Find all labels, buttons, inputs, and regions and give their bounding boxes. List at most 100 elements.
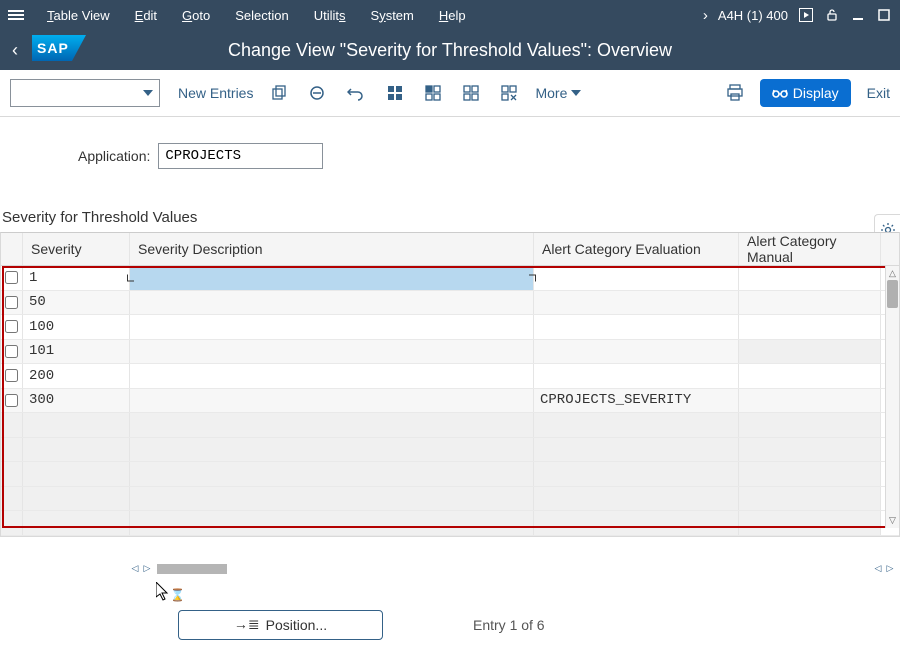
deselect-all-icon[interactable]	[463, 85, 479, 101]
menu-system[interactable]: System	[361, 8, 424, 23]
minimize-icon[interactable]	[850, 7, 866, 23]
row-checkbox[interactable]	[5, 296, 18, 309]
entry-counter: Entry 1 of 6	[473, 617, 545, 633]
page-title: Change View "Severity for Threshold Valu…	[228, 40, 672, 61]
cell-severity[interactable]: 101	[23, 340, 130, 364]
cell-alert-manual[interactable]	[739, 266, 881, 290]
toolbar-icons	[271, 85, 517, 101]
row-checkbox-cell	[1, 315, 23, 339]
toolbar-right: Display Exit	[726, 79, 890, 107]
horizontal-scroll: ◁ ▷ ◁ ▷	[0, 562, 900, 576]
cell-description[interactable]	[130, 315, 534, 339]
hscroll-thumb[interactable]	[157, 564, 227, 574]
cell-severity[interactable]: 1	[23, 266, 130, 290]
section-title: Severity for Threshold Values	[2, 209, 900, 226]
cell-alert-eval[interactable]	[534, 315, 739, 339]
back-button[interactable]: ‹	[12, 40, 18, 61]
row-checkbox[interactable]	[5, 369, 18, 382]
system-id: A4H (1) 400	[718, 8, 788, 23]
cell-alert-manual[interactable]	[739, 315, 881, 339]
table-row[interactable]: 300 CPROJECTS_SEVERITY	[1, 389, 899, 414]
table-row-empty	[1, 413, 899, 438]
row-checkbox-cell	[1, 340, 23, 364]
hamburger-icon[interactable]	[8, 8, 24, 22]
cell-severity[interactable]: 100	[23, 315, 130, 339]
menu-goto[interactable]: Goto	[172, 8, 220, 23]
cell-alert-manual[interactable]	[739, 340, 881, 364]
cell-alert-eval[interactable]: CPROJECTS_SEVERITY	[534, 389, 739, 413]
menu-help[interactable]: Help	[429, 8, 476, 23]
row-checkbox[interactable]	[5, 320, 18, 333]
cell-description[interactable]	[130, 389, 534, 413]
table-row-empty	[1, 511, 899, 536]
menu-selection[interactable]: Selection	[225, 8, 298, 23]
undo-icon[interactable]	[347, 85, 365, 101]
row-checkbox[interactable]	[5, 394, 18, 407]
maximize-icon[interactable]	[876, 7, 892, 23]
scroll-thumb[interactable]	[887, 280, 898, 308]
select-all-icon[interactable]	[387, 85, 403, 101]
cell-alert-eval[interactable]	[534, 266, 739, 290]
hscroll-right-icon[interactable]: ▷	[141, 563, 153, 575]
config-icon[interactable]	[501, 85, 517, 101]
position-button[interactable]: →≣ Position...	[178, 610, 383, 640]
cell-alert-eval[interactable]	[534, 340, 739, 364]
hscroll-left2-icon[interactable]: ◁	[872, 563, 884, 575]
print-icon[interactable]	[726, 84, 744, 102]
row-checkbox[interactable]	[5, 271, 18, 284]
play-icon[interactable]	[798, 7, 814, 23]
scroll-up-icon[interactable]: △	[886, 266, 899, 280]
svg-text:SAP: SAP	[37, 40, 69, 56]
application-row: Application:	[0, 117, 900, 169]
delete-icon[interactable]	[309, 85, 325, 101]
hscroll-left-icon[interactable]: ◁	[129, 563, 141, 575]
chevron-down-icon	[143, 90, 153, 96]
glasses-icon	[772, 86, 788, 100]
copy-icon[interactable]	[271, 85, 287, 101]
col-header-alert-manual[interactable]: Alert Category Manual	[739, 233, 881, 265]
cell-description[interactable]	[130, 266, 534, 290]
select-block-icon[interactable]	[425, 85, 441, 101]
cell-alert-manual[interactable]	[739, 291, 881, 315]
hscroll-right2-icon[interactable]: ▷	[884, 563, 896, 575]
cell-description[interactable]	[130, 291, 534, 315]
hscroll-track[interactable]	[157, 564, 868, 574]
table-row[interactable]: 101	[1, 340, 899, 365]
cell-alert-eval[interactable]	[534, 364, 739, 388]
menu-edit[interactable]: Edit	[125, 8, 167, 23]
menubar: Table View Edit Goto Selection Utilits S…	[0, 0, 900, 30]
scroll-down-icon[interactable]: ▽	[886, 514, 899, 528]
table-row[interactable]: 1	[1, 266, 899, 291]
col-header-alert-eval[interactable]: Alert Category Evaluation	[534, 233, 739, 265]
cell-alert-manual[interactable]	[739, 364, 881, 388]
chevron-right-icon[interactable]: ›	[703, 7, 708, 24]
cell-severity[interactable]: 50	[23, 291, 130, 315]
display-button[interactable]: Display	[760, 79, 851, 107]
titlebar: ‹ SAP Change View "Severity for Threshol…	[0, 30, 900, 70]
col-header-description[interactable]: Severity Description	[130, 233, 534, 265]
row-checkbox[interactable]	[5, 345, 18, 358]
cell-description[interactable]	[130, 364, 534, 388]
cell-alert-eval[interactable]	[534, 291, 739, 315]
chevron-down-icon	[571, 90, 581, 96]
table-row[interactable]: 100	[1, 315, 899, 340]
unlock-icon[interactable]	[824, 7, 840, 23]
table-row-empty	[1, 462, 899, 487]
new-entries-button[interactable]: New Entries	[178, 85, 253, 101]
col-header-severity[interactable]: Severity	[23, 233, 130, 265]
view-dropdown[interactable]	[10, 79, 160, 107]
cell-severity[interactable]: 300	[23, 389, 130, 413]
cell-severity[interactable]: 200	[23, 364, 130, 388]
row-checkbox-cell	[1, 389, 23, 413]
table-row[interactable]: 50	[1, 291, 899, 316]
menu-utilities[interactable]: Utilits	[304, 8, 356, 23]
menu-table-view[interactable]: Table View	[37, 8, 120, 23]
table-row-empty	[1, 487, 899, 512]
cell-description[interactable]	[130, 340, 534, 364]
exit-button[interactable]: Exit	[867, 85, 890, 101]
more-menu[interactable]: More	[535, 85, 581, 101]
table-row[interactable]: 200	[1, 364, 899, 389]
cell-alert-manual[interactable]	[739, 389, 881, 413]
application-input[interactable]	[158, 143, 323, 169]
vertical-scrollbar[interactable]: △ ▽	[885, 266, 899, 528]
